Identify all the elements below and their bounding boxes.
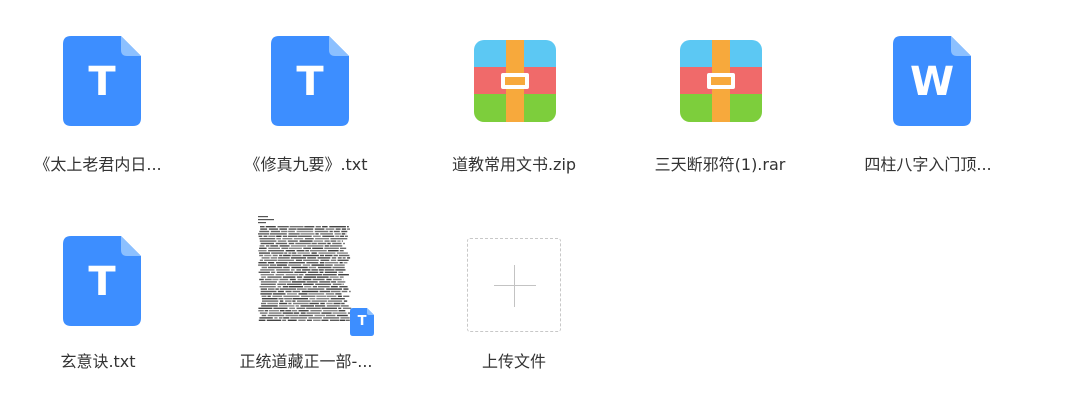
txt-badge-icon: T bbox=[350, 308, 374, 336]
document-thumbnail-icon: T bbox=[246, 214, 374, 336]
txt-file-icon: T bbox=[260, 30, 352, 130]
file-name: 《太上老君内日... bbox=[34, 155, 162, 174]
file-type-letter: T bbox=[88, 259, 116, 305]
file-tile[interactable]: T 正统道藏正一部-... bbox=[216, 202, 396, 372]
file-name: 《修真九要》.txt bbox=[244, 155, 368, 174]
upload-label: 上传文件 bbox=[481, 352, 546, 371]
file-name: 四柱八字入门顶... bbox=[864, 155, 992, 174]
thumbnail-page bbox=[256, 214, 356, 326]
txt-file-icon: T bbox=[52, 230, 144, 330]
file-type-letter: W bbox=[909, 59, 955, 105]
upload-tile[interactable]: 上传文件 bbox=[424, 202, 604, 372]
file-grid: T 《太上老君内日... T 《修真九要》.txt 道教常用文书.zip 三天断… bbox=[0, 0, 1092, 417]
badge-letter: T bbox=[357, 314, 367, 329]
file-tile[interactable]: T 《太上老君内日... bbox=[8, 0, 188, 174]
upload-button[interactable] bbox=[459, 232, 569, 332]
file-tile[interactable]: 三天断邪符(1).rar bbox=[630, 0, 810, 174]
archive-icon bbox=[674, 30, 766, 130]
file-tile[interactable]: 道教常用文书.zip bbox=[424, 0, 604, 174]
archive-icon bbox=[468, 30, 560, 130]
file-name: 正统道藏正一部-... bbox=[239, 352, 373, 371]
upload-dropzone[interactable] bbox=[467, 238, 561, 332]
file-tile[interactable]: W 四柱八字入门顶... bbox=[838, 0, 1018, 174]
file-type-letter: T bbox=[88, 59, 116, 105]
file-tile[interactable]: T 玄意诀.txt bbox=[8, 202, 188, 372]
txt-file-icon: T bbox=[52, 30, 144, 130]
file-type-letter: T bbox=[296, 59, 324, 105]
file-tile[interactable]: T 《修真九要》.txt bbox=[216, 0, 396, 174]
word-file-icon: W bbox=[882, 30, 974, 130]
file-name: 道教常用文书.zip bbox=[451, 155, 577, 174]
file-name: 玄意诀.txt bbox=[60, 352, 136, 371]
file-name: 三天断邪符(1).rar bbox=[654, 155, 786, 174]
